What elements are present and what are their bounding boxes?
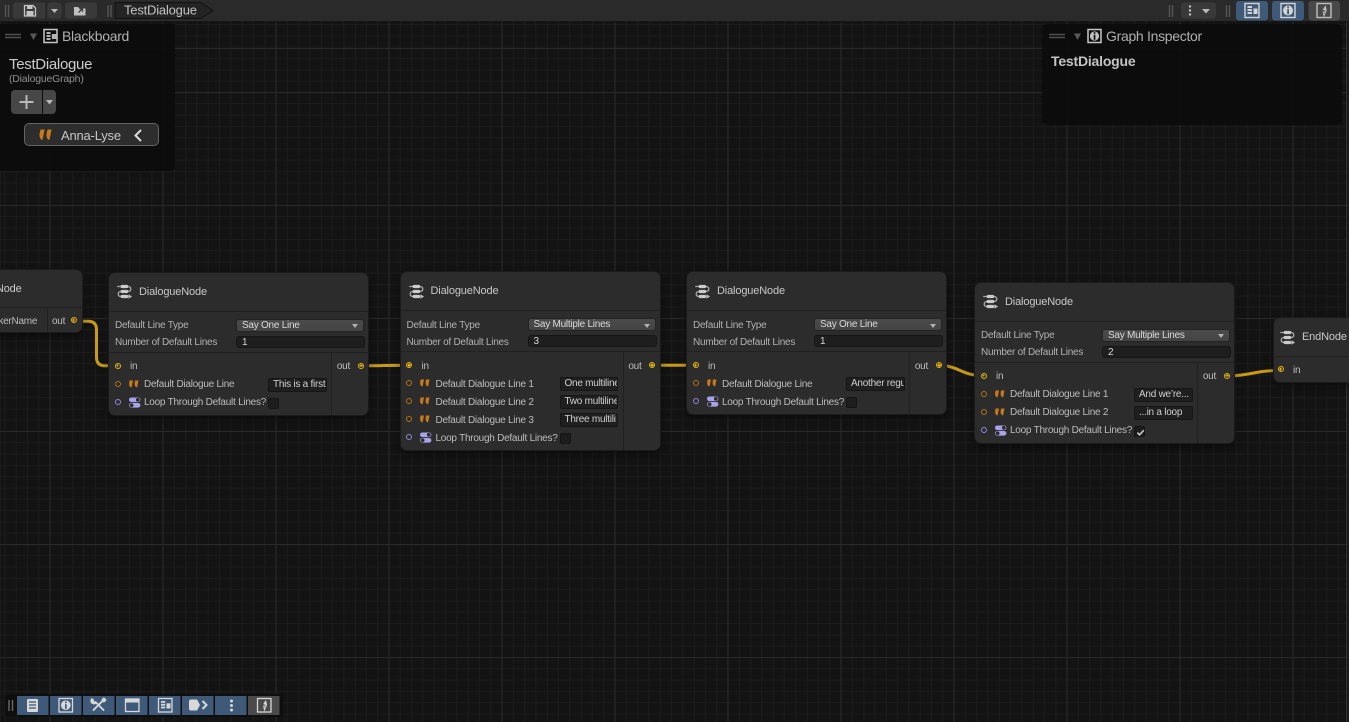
svg-text:TestDialogue: TestDialogue (124, 3, 197, 18)
